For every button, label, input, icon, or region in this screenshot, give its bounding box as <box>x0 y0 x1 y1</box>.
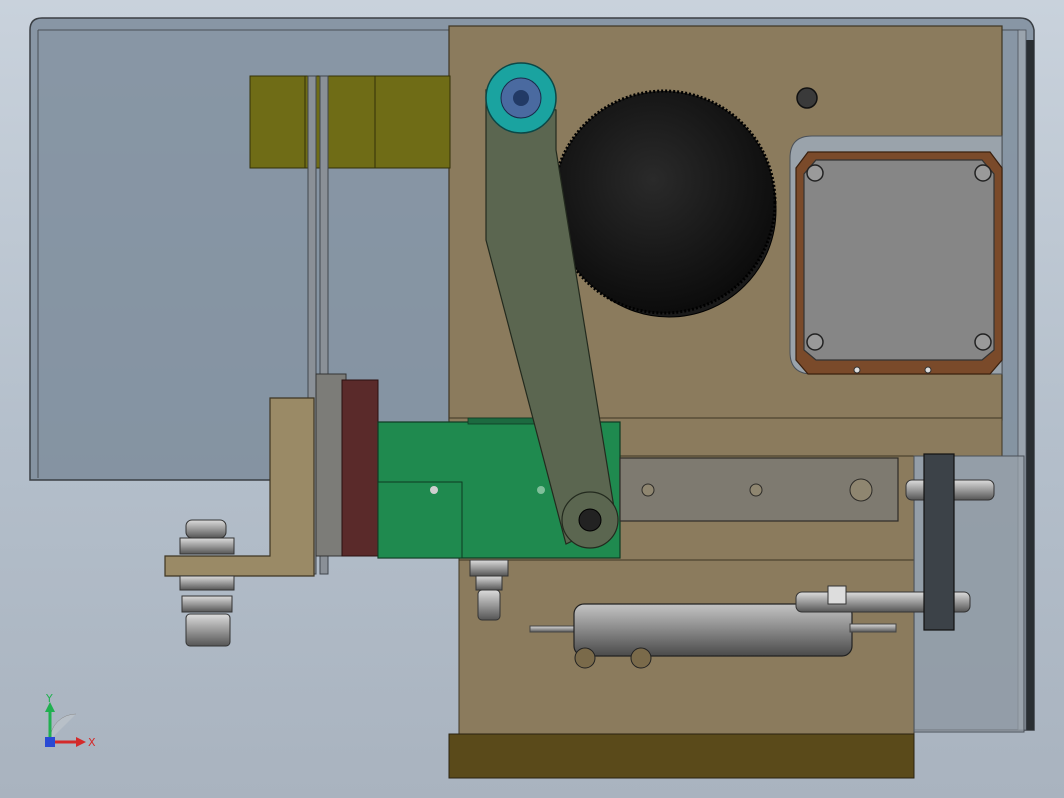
z-axis-icon <box>45 737 55 747</box>
bottom-bar[interactable] <box>448 733 915 779</box>
maroon-block[interactable] <box>341 379 379 557</box>
stepper-motor[interactable] <box>789 135 1003 375</box>
teal-pulley[interactable] <box>485 62 557 134</box>
horizontal-link-bar[interactable] <box>619 457 899 522</box>
x-axis-label: X <box>88 736 96 749</box>
cad-viewport[interactable]: Y X <box>0 0 1064 798</box>
y-axis-label: Y <box>45 692 53 705</box>
coordinate-triad: Y X <box>45 692 96 749</box>
cap-screw-icon <box>796 87 818 109</box>
yellow-block[interactable] <box>249 75 451 169</box>
pneumatic-fitting-left[interactable] <box>179 519 235 647</box>
